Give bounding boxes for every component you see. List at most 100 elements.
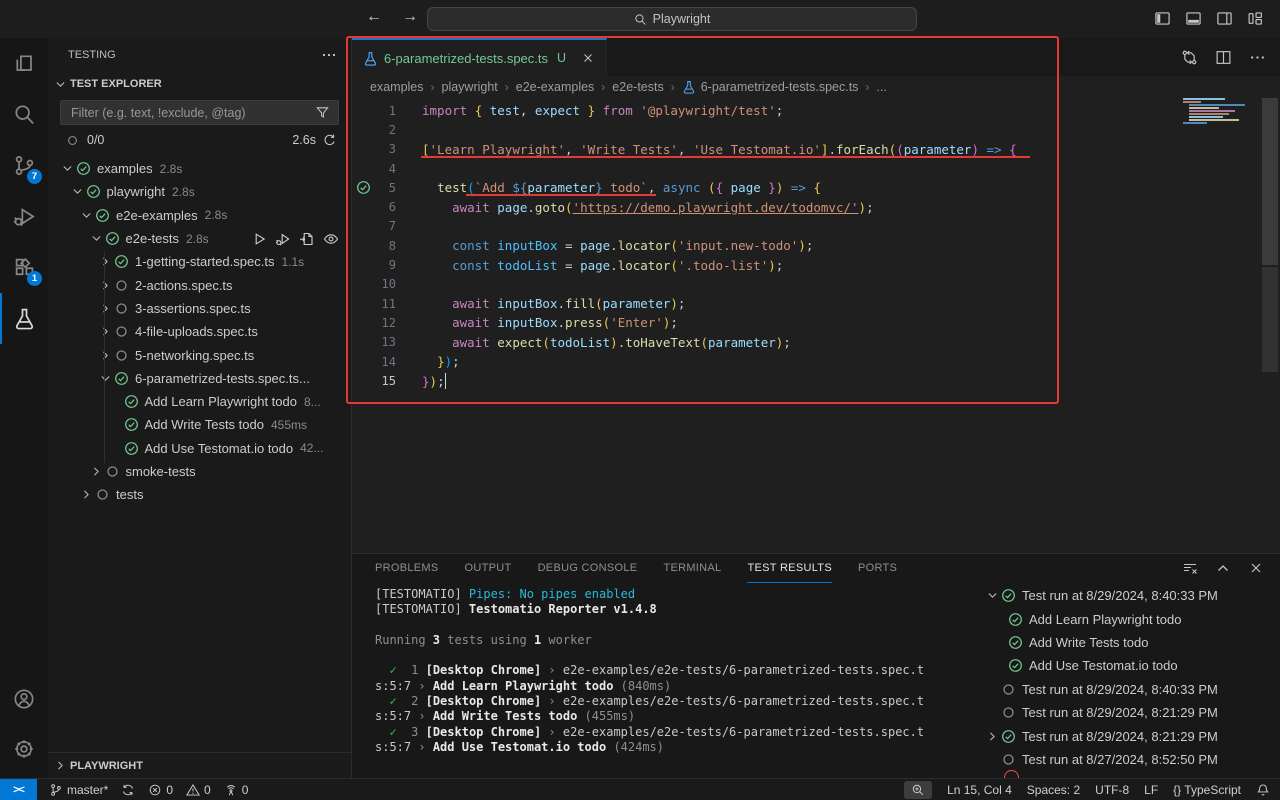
test-run-label: Test run at 8/29/2024, 8:40:33 PM	[1022, 682, 1218, 697]
status-zoom-in-icon[interactable]	[904, 781, 932, 799]
tree-item-smoke-tests[interactable]: smoke-tests	[48, 460, 351, 483]
tab-6-parametrized-tests[interactable]: 6-parametrized-tests.spec.ts U	[352, 38, 607, 76]
go-to-file-icon[interactable]	[299, 231, 315, 247]
status-error-icon[interactable]: 0	[148, 783, 173, 797]
breadcrumb-separator: ›	[865, 80, 869, 94]
tree-item-time: 2.8s	[160, 162, 183, 176]
editor-area: 6-parametrized-tests.spec.ts U examples ›…	[352, 38, 1280, 553]
tree-item-add-learn-playwright-todo[interactable]: Add Learn Playwright todo8...	[48, 390, 351, 413]
nav-forward-button[interactable]: →	[402, 8, 418, 26]
chevron-up-icon[interactable]	[1215, 560, 1231, 576]
test-run-item[interactable]: Add Learn Playwright todo	[982, 607, 1276, 630]
tree-item-playwright[interactable]: playwright2.8s	[48, 180, 351, 203]
tree-item-2-actions-spec-ts[interactable]: 2-actions.spec.ts	[48, 273, 351, 296]
activity-files-icon[interactable]	[0, 38, 48, 89]
code-area[interactable]: 1import { test, expect } from '@playwrig…	[352, 101, 1280, 390]
tree-item-time: 42...	[300, 441, 323, 455]
test-run-item[interactable]: Add Use Testomat.io todo	[982, 654, 1276, 677]
test-filter-input[interactable]	[69, 105, 309, 121]
panel-tab-problems[interactable]: PROBLEMS	[375, 554, 439, 583]
test-run-item[interactable]: Add Write Tests todo	[982, 631, 1276, 654]
test-run-item[interactable]: Test run at 8/27/2024, 8:52:50 PM	[982, 748, 1276, 771]
status-utf-8[interactable]: UTF-8	[1095, 783, 1129, 797]
gutter-pass-icon[interactable]	[356, 180, 371, 195]
tree-item-6-parametrized-tests-spec-ts[interactable]: 6-parametrized-tests.spec.ts...	[48, 367, 351, 390]
activity-source-control-icon[interactable]: 7	[0, 140, 48, 191]
panel-tab-terminal[interactable]: TERMINAL	[663, 554, 721, 583]
nav-back-button[interactable]: ←	[366, 8, 382, 26]
activity-settings-gear-icon[interactable]	[0, 724, 48, 774]
editor-tab-bar: 6-parametrized-tests.spec.ts U	[352, 38, 1280, 76]
tree-item-add-use-testomat-io-todo[interactable]: Add Use Testomat.io todo42...	[48, 437, 351, 460]
minimap[interactable]	[1183, 98, 1245, 125]
layout-sidebar-right-icon[interactable]	[1216, 10, 1233, 27]
chevron-down-icon	[54, 78, 67, 91]
panel-tab-output[interactable]: OUTPUT	[465, 554, 512, 583]
watch-eye-icon[interactable]	[323, 231, 339, 247]
funnel-icon[interactable]	[315, 105, 330, 120]
layout-custom-icon[interactable]	[1247, 10, 1264, 27]
circle-icon	[105, 464, 120, 479]
test-run-item[interactable]: Test run at 8/29/2024, 8:40:33 PM	[982, 584, 1276, 607]
tree-item-add-write-tests-todo[interactable]: Add Write Tests todo455ms	[48, 413, 351, 436]
close-icon[interactable]	[1248, 560, 1264, 576]
play-icon[interactable]	[251, 231, 267, 247]
layout-sidebar-left-icon[interactable]	[1154, 10, 1171, 27]
tree-item-e2e-examples[interactable]: e2e-examples2.8s	[48, 204, 351, 227]
clear-output-icon[interactable]	[1182, 560, 1198, 576]
status-spaces-2[interactable]: Spaces: 2	[1027, 783, 1080, 797]
status-typescript[interactable]: {} TypeScript	[1173, 783, 1241, 797]
tab-close-icon[interactable]	[581, 51, 595, 65]
panel-tab-debug-console[interactable]: DEBUG CONSOLE	[538, 554, 638, 583]
compare-changes-icon[interactable]	[1181, 49, 1198, 66]
test-explorer-section-header[interactable]: TEST EXPLORER	[48, 72, 351, 96]
activity-account-icon[interactable]	[0, 674, 48, 724]
playwright-section-header[interactable]: PLAYWRIGHT	[48, 752, 351, 778]
test-run-item[interactable]: Test run at 8/29/2024, 8:40:33 PM	[982, 678, 1276, 701]
tree-item-time: 2.8s	[172, 185, 195, 199]
test-run-item[interactable]: Test run at 8/29/2024, 8:21:29 PM	[982, 724, 1276, 747]
breadcrumb-item-[interactable]: ...	[876, 80, 886, 94]
tree-item-4-file-uploads-spec-ts[interactable]: 4-file-uploads.spec.ts	[48, 320, 351, 343]
debug-play-icon[interactable]	[275, 231, 291, 247]
chevron-down-icon	[90, 232, 103, 245]
activity-extensions-icon[interactable]: 1	[0, 242, 48, 293]
panel-tab-ports[interactable]: PORTS	[858, 554, 897, 583]
status-bar: >< master* 0 0 0 Ln 15, Col 4 Spaces: 2 UT…	[0, 778, 1280, 800]
status-radio-tower-icon[interactable]: 0	[224, 783, 249, 797]
command-center-search[interactable]: Playwright	[427, 7, 917, 31]
status-branch-icon[interactable]: master*	[49, 783, 108, 797]
layout-panel-icon[interactable]	[1185, 10, 1202, 27]
tree-item-examples[interactable]: examples2.8s	[48, 157, 351, 180]
files-icon	[13, 52, 36, 75]
remote-indicator[interactable]: ><	[0, 779, 37, 800]
status-ln-15-col-4[interactable]: Ln 15, Col 4	[947, 783, 1012, 797]
breadcrumb-item-6-parametrized-tests-spec-ts[interactable]: 6-parametrized-tests.spec.ts	[682, 80, 859, 94]
activity-search-icon[interactable]	[0, 89, 48, 140]
tree-item-e2e-tests[interactable]: e2e-tests2.8s	[48, 227, 351, 250]
refresh-icon[interactable]	[322, 133, 337, 148]
breadcrumb-item-examples[interactable]: examples	[370, 80, 424, 94]
tree-item-3-assertions-spec-ts[interactable]: 3-assertions.spec.ts	[48, 297, 351, 320]
breadcrumb-item-e2e-examples[interactable]: e2e-examples	[516, 80, 595, 94]
panel-tab-test-results[interactable]: TEST RESULTS	[747, 554, 832, 583]
split-editor-icon[interactable]	[1215, 49, 1232, 66]
activity-run-debug-icon[interactable]	[0, 191, 48, 242]
test-run-item[interactable]: Test run at 8/29/2024, 8:21:29 PM	[982, 701, 1276, 724]
zoom-in-icon	[911, 783, 925, 797]
breadcrumb-item-playwright[interactable]: playwright	[442, 80, 498, 94]
status-sync-icon[interactable]	[121, 783, 135, 797]
breadcrumb-item-e2e-tests[interactable]: e2e-tests	[612, 80, 663, 94]
status-lf[interactable]: LF	[1144, 783, 1158, 797]
scrollbar-track[interactable]	[1262, 267, 1278, 372]
more-actions-icon[interactable]	[1249, 49, 1266, 66]
activity-testing-beaker-icon[interactable]	[0, 293, 48, 344]
tree-item-tests[interactable]: tests	[48, 483, 351, 506]
tree-item-label: 5-networking.spec.ts	[135, 348, 254, 363]
status-bell-icon[interactable]	[1256, 783, 1270, 797]
status-warning-icon[interactable]: 0	[186, 783, 211, 797]
tree-item-5-networking-spec-ts[interactable]: 5-networking.spec.ts	[48, 343, 351, 366]
scrollbar-slider[interactable]	[1262, 98, 1278, 265]
sidebar-more-actions-icon[interactable]	[321, 47, 337, 63]
tree-item-1-getting-started-spec-ts[interactable]: 1-getting-started.spec.ts1.1s	[48, 250, 351, 273]
